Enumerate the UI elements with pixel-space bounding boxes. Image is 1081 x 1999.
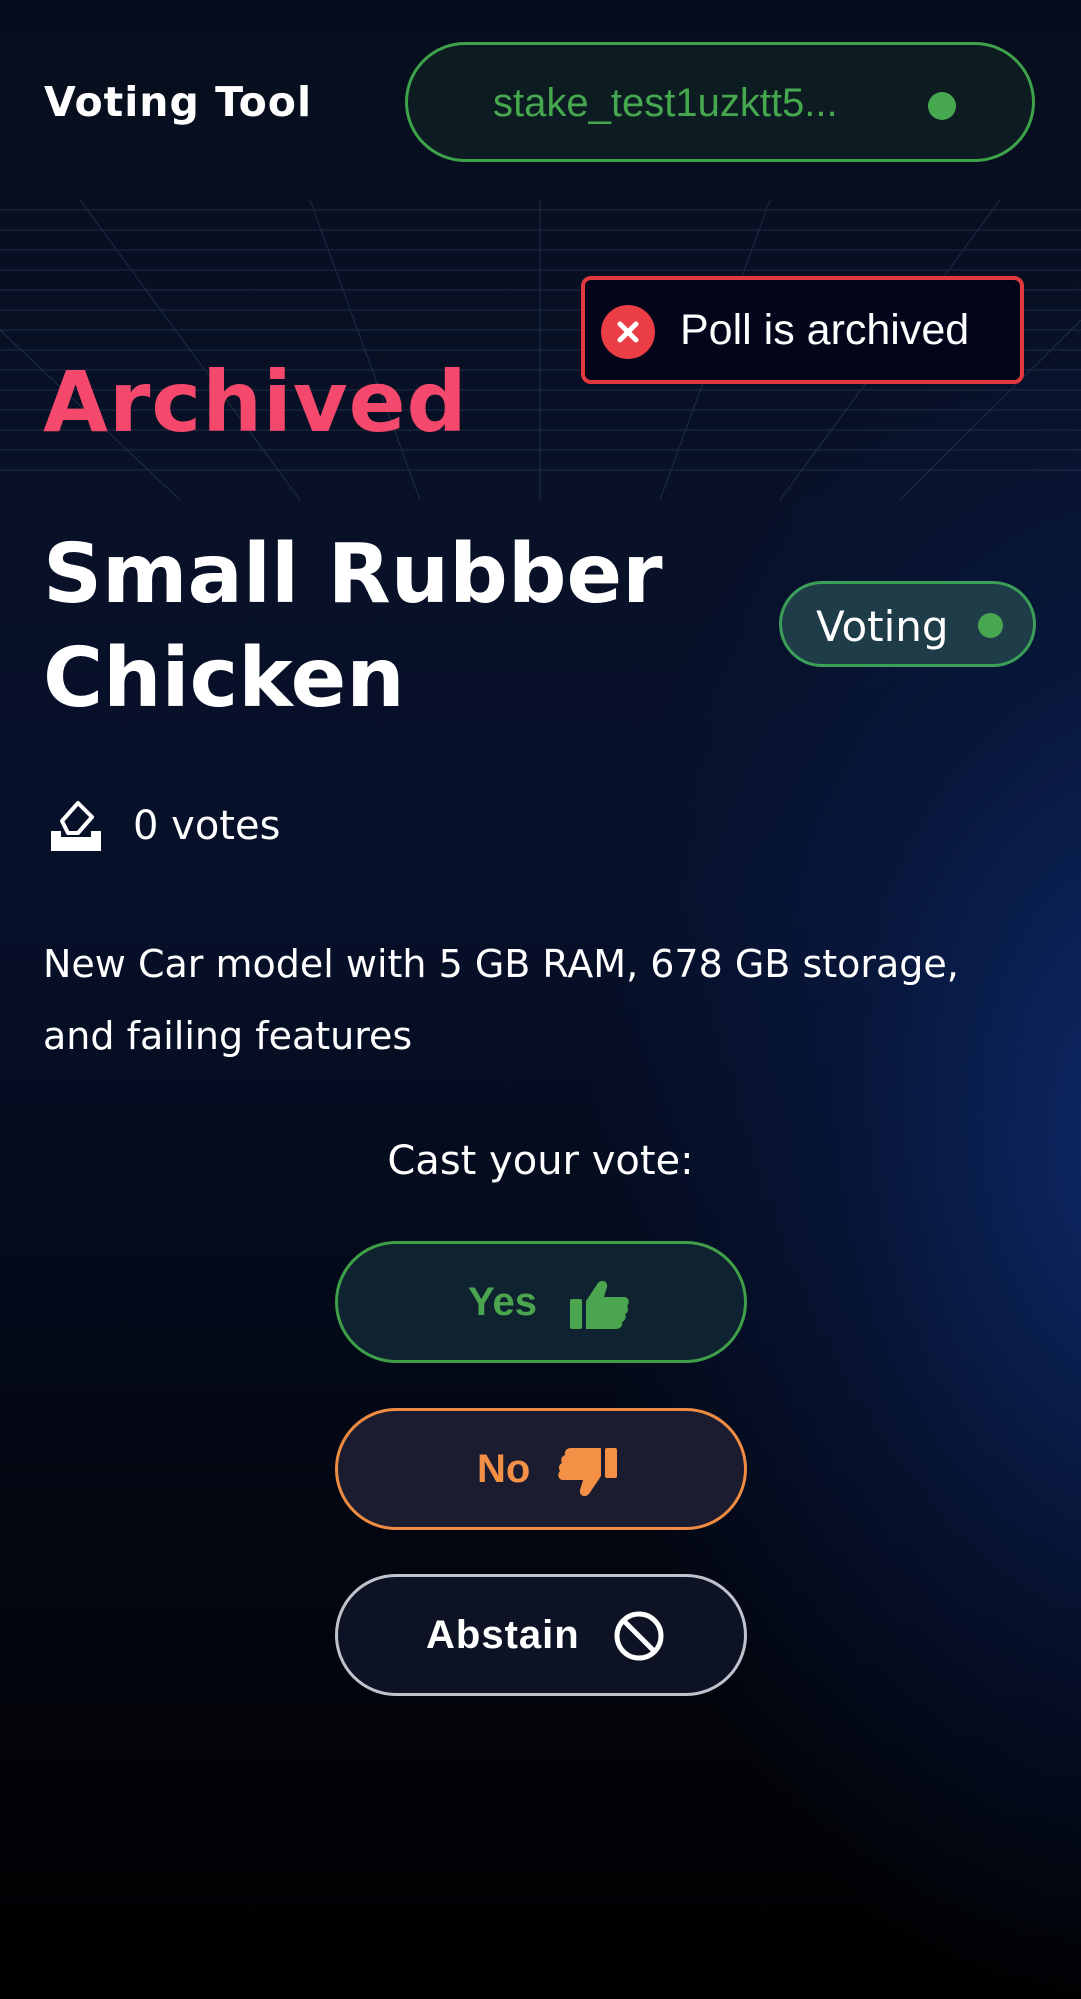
vote-yes-label: Yes bbox=[468, 1280, 537, 1324]
wallet-address: stake_test1uzktt5... bbox=[493, 81, 838, 125]
wallet-status-dot-icon bbox=[928, 92, 956, 120]
app-title: Voting Tool bbox=[44, 78, 313, 126]
poll-description: New Car model with 5 GB RAM, 678 GB stor… bbox=[43, 942, 959, 1058]
app-header: Voting Tool stake_test1uzktt5... bbox=[0, 0, 1081, 200]
cast-vote-prompt: Cast your vote: bbox=[387, 1138, 694, 1184]
vote-yes-button[interactable]: Yes bbox=[335, 1241, 747, 1363]
ban-icon bbox=[614, 1611, 664, 1661]
vote-no-button[interactable]: No bbox=[335, 1408, 747, 1530]
poll-title: Small Rubber Chicken bbox=[43, 527, 663, 726]
status-dot-icon bbox=[978, 613, 1003, 638]
wallet-button[interactable]: stake_test1uzktt5... bbox=[405, 42, 1035, 162]
poll-state-label: Archived bbox=[43, 353, 468, 451]
error-toast[interactable]: Poll is archived bbox=[581, 276, 1024, 384]
thumbs-up-icon bbox=[570, 1280, 629, 1329]
ballot-box-icon bbox=[51, 801, 101, 851]
vote-no-label: No bbox=[477, 1447, 531, 1491]
status-badge-label: Voting bbox=[816, 602, 949, 651]
vote-abstain-label: Abstain bbox=[426, 1613, 580, 1657]
votes-count-text: 0 votes bbox=[133, 803, 281, 849]
close-circle-icon bbox=[601, 305, 655, 359]
status-badge: Voting bbox=[779, 581, 1036, 667]
vote-abstain-button[interactable]: Abstain bbox=[335, 1574, 747, 1696]
thumbs-down-icon bbox=[558, 1448, 617, 1497]
toast-message: Poll is archived bbox=[680, 306, 970, 354]
